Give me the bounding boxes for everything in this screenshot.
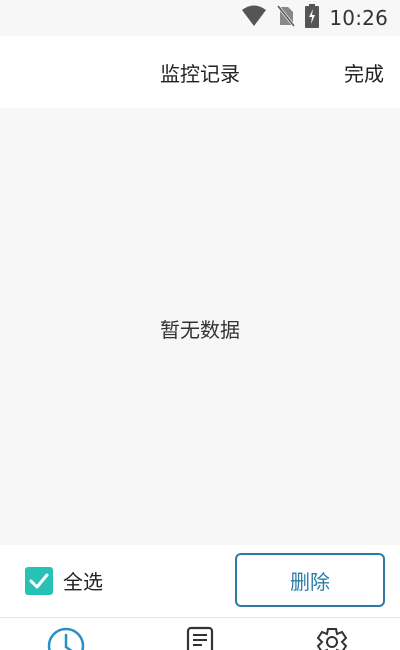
select-all-label: 全选 bbox=[63, 570, 103, 594]
tab-history[interactable] bbox=[46, 626, 86, 650]
delete-button[interactable]: 删除 bbox=[235, 553, 385, 607]
status-time: 10:26 bbox=[329, 6, 388, 30]
checkmark-icon bbox=[29, 573, 49, 588]
header: 监控记录 完成 bbox=[0, 36, 400, 108]
wifi-icon bbox=[241, 5, 267, 31]
page-title: 监控记录 bbox=[160, 62, 240, 86]
select-all-toggle[interactable]: 全选 bbox=[25, 566, 103, 595]
battery-charging-icon bbox=[305, 4, 320, 32]
tab-settings[interactable] bbox=[314, 626, 350, 650]
done-button[interactable]: 完成 bbox=[344, 58, 384, 87]
empty-state-text: 暂无数据 bbox=[160, 318, 240, 342]
select-all-checkbox[interactable] bbox=[25, 566, 53, 595]
records-list: 暂无数据 bbox=[0, 108, 400, 545]
status-bar: 10:26 bbox=[0, 0, 400, 36]
action-bar: 全选 删除 bbox=[0, 545, 400, 617]
tab-bar bbox=[0, 618, 400, 650]
no-sim-icon bbox=[277, 5, 296, 31]
tab-records[interactable] bbox=[186, 626, 214, 650]
status-icons: 10:26 bbox=[241, 4, 388, 32]
